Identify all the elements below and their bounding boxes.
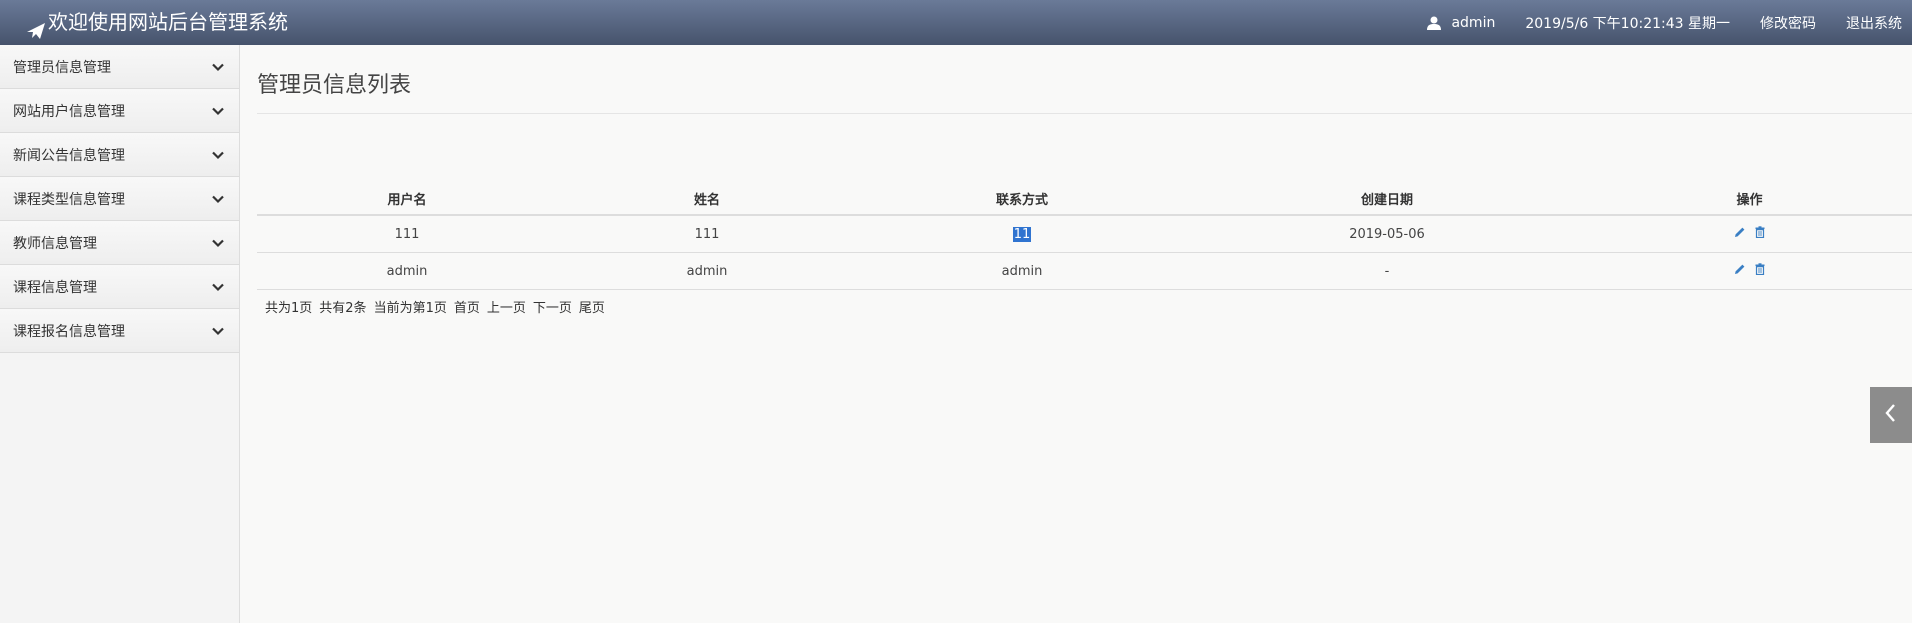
sidebar-item-admin-management[interactable]: 管理员信息管理 xyxy=(0,45,239,89)
table-row: admin admin admin - xyxy=(257,252,1912,290)
side-panel-toggle-button[interactable] xyxy=(1870,387,1912,443)
cell-name: admin xyxy=(557,252,857,290)
page-title: 管理员信息列表 xyxy=(257,73,412,98)
pencil-icon[interactable] xyxy=(1734,263,1746,275)
cell-username: admin xyxy=(257,252,557,290)
column-header-contact: 联系方式 xyxy=(857,182,1187,216)
column-header-username: 用户名 xyxy=(257,182,557,216)
cell-contact: admin xyxy=(857,252,1187,290)
column-header-created-date: 创建日期 xyxy=(1187,182,1587,216)
paper-plane-icon xyxy=(26,13,46,39)
sidebar-item-label: 管理员信息管理 xyxy=(13,59,111,76)
cell-contact: 11 xyxy=(857,215,1187,253)
column-header-name: 姓名 xyxy=(557,182,857,216)
sidebar-item-course-type-management[interactable]: 课程类型信息管理 xyxy=(0,177,239,221)
app-title: 欢迎使用网站后台管理系统 xyxy=(48,10,288,34)
change-password-link[interactable]: 修改密码 xyxy=(1760,13,1816,33)
chevron-down-icon xyxy=(211,148,225,162)
logout-link[interactable]: 退出系统 xyxy=(1846,13,1902,33)
cell-created-date: - xyxy=(1187,252,1587,290)
pencil-icon[interactable] xyxy=(1734,226,1746,238)
sidebar-item-site-user-management[interactable]: 网站用户信息管理 xyxy=(0,89,239,133)
main-content: 管理员信息列表 用户名 姓名 联系方式 创建日期 操作 111 111 11 2… xyxy=(241,45,1912,623)
chevron-down-icon xyxy=(211,192,225,206)
pager-prev-link[interactable]: 上一页 xyxy=(487,297,526,316)
table-row: 111 111 11 2019-05-06 xyxy=(257,215,1912,253)
top-nav: admin 2019/5/6 下午10:21:43 星期一 修改密码 退出系统 xyxy=(1397,0,1902,45)
chevron-down-icon xyxy=(211,60,225,74)
sidebar-item-label: 教师信息管理 xyxy=(13,235,97,252)
top-header: 欢迎使用网站后台管理系统 admin 2019/5/6 下午10:21:43 星… xyxy=(0,0,1912,45)
sidebar-item-course-management[interactable]: 课程信息管理 xyxy=(0,265,239,309)
sidebar-item-enrollment-management[interactable]: 课程报名信息管理 xyxy=(0,309,239,353)
pager-last-link[interactable]: 尾页 xyxy=(579,297,605,316)
pager-first-link[interactable]: 首页 xyxy=(454,297,480,316)
sidebar-item-label: 课程类型信息管理 xyxy=(13,191,125,208)
chevron-down-icon xyxy=(211,104,225,118)
title-divider xyxy=(257,113,1912,114)
chevron-left-icon xyxy=(1883,402,1899,428)
trash-icon[interactable] xyxy=(1754,263,1766,276)
sidebar: 管理员信息管理 网站用户信息管理 新闻公告信息管理 课程类型信息管理 教师信息管… xyxy=(0,45,240,623)
pager-total-pages: 共为1页 xyxy=(265,301,313,316)
selected-text: 11 xyxy=(1012,226,1032,242)
chevron-down-icon xyxy=(211,324,225,338)
sidebar-item-teacher-management[interactable]: 教师信息管理 xyxy=(0,221,239,265)
cell-actions xyxy=(1587,215,1912,253)
cell-name: 111 xyxy=(557,215,857,253)
chevron-down-icon xyxy=(211,280,225,294)
sidebar-item-label: 课程报名信息管理 xyxy=(13,323,125,340)
sidebar-item-news-management[interactable]: 新闻公告信息管理 xyxy=(0,133,239,177)
sidebar-item-label: 网站用户信息管理 xyxy=(13,103,125,120)
username-label: admin xyxy=(1451,14,1496,31)
admin-table: 用户名 姓名 联系方式 创建日期 操作 111 111 11 2019-05-0… xyxy=(257,182,1912,290)
cell-created-date: 2019-05-06 xyxy=(1187,215,1587,253)
chevron-down-icon xyxy=(211,236,225,250)
table-header-row: 用户名 姓名 联系方式 创建日期 操作 xyxy=(257,182,1912,216)
brand: 欢迎使用网站后台管理系统 xyxy=(26,0,288,45)
cell-username: 111 xyxy=(257,215,557,253)
pager-next-link[interactable]: 下一页 xyxy=(533,297,572,316)
cell-actions xyxy=(1587,252,1912,290)
pager-current-page: 当前为第1页 xyxy=(373,301,447,316)
user-icon xyxy=(1427,16,1442,30)
trash-icon[interactable] xyxy=(1754,226,1766,239)
current-datetime: 2019/5/6 下午10:21:43 星期一 xyxy=(1525,15,1730,32)
sidebar-item-label: 课程信息管理 xyxy=(13,279,97,296)
current-user[interactable]: admin xyxy=(1427,15,1495,31)
pager-total-records: 共有2条 xyxy=(319,301,367,316)
pagination: 共为1页 共有2条 当前为第1页 首页 上一页 下一页 尾页 xyxy=(265,297,605,316)
sidebar-item-label: 新闻公告信息管理 xyxy=(13,147,125,164)
column-header-actions: 操作 xyxy=(1587,182,1912,216)
